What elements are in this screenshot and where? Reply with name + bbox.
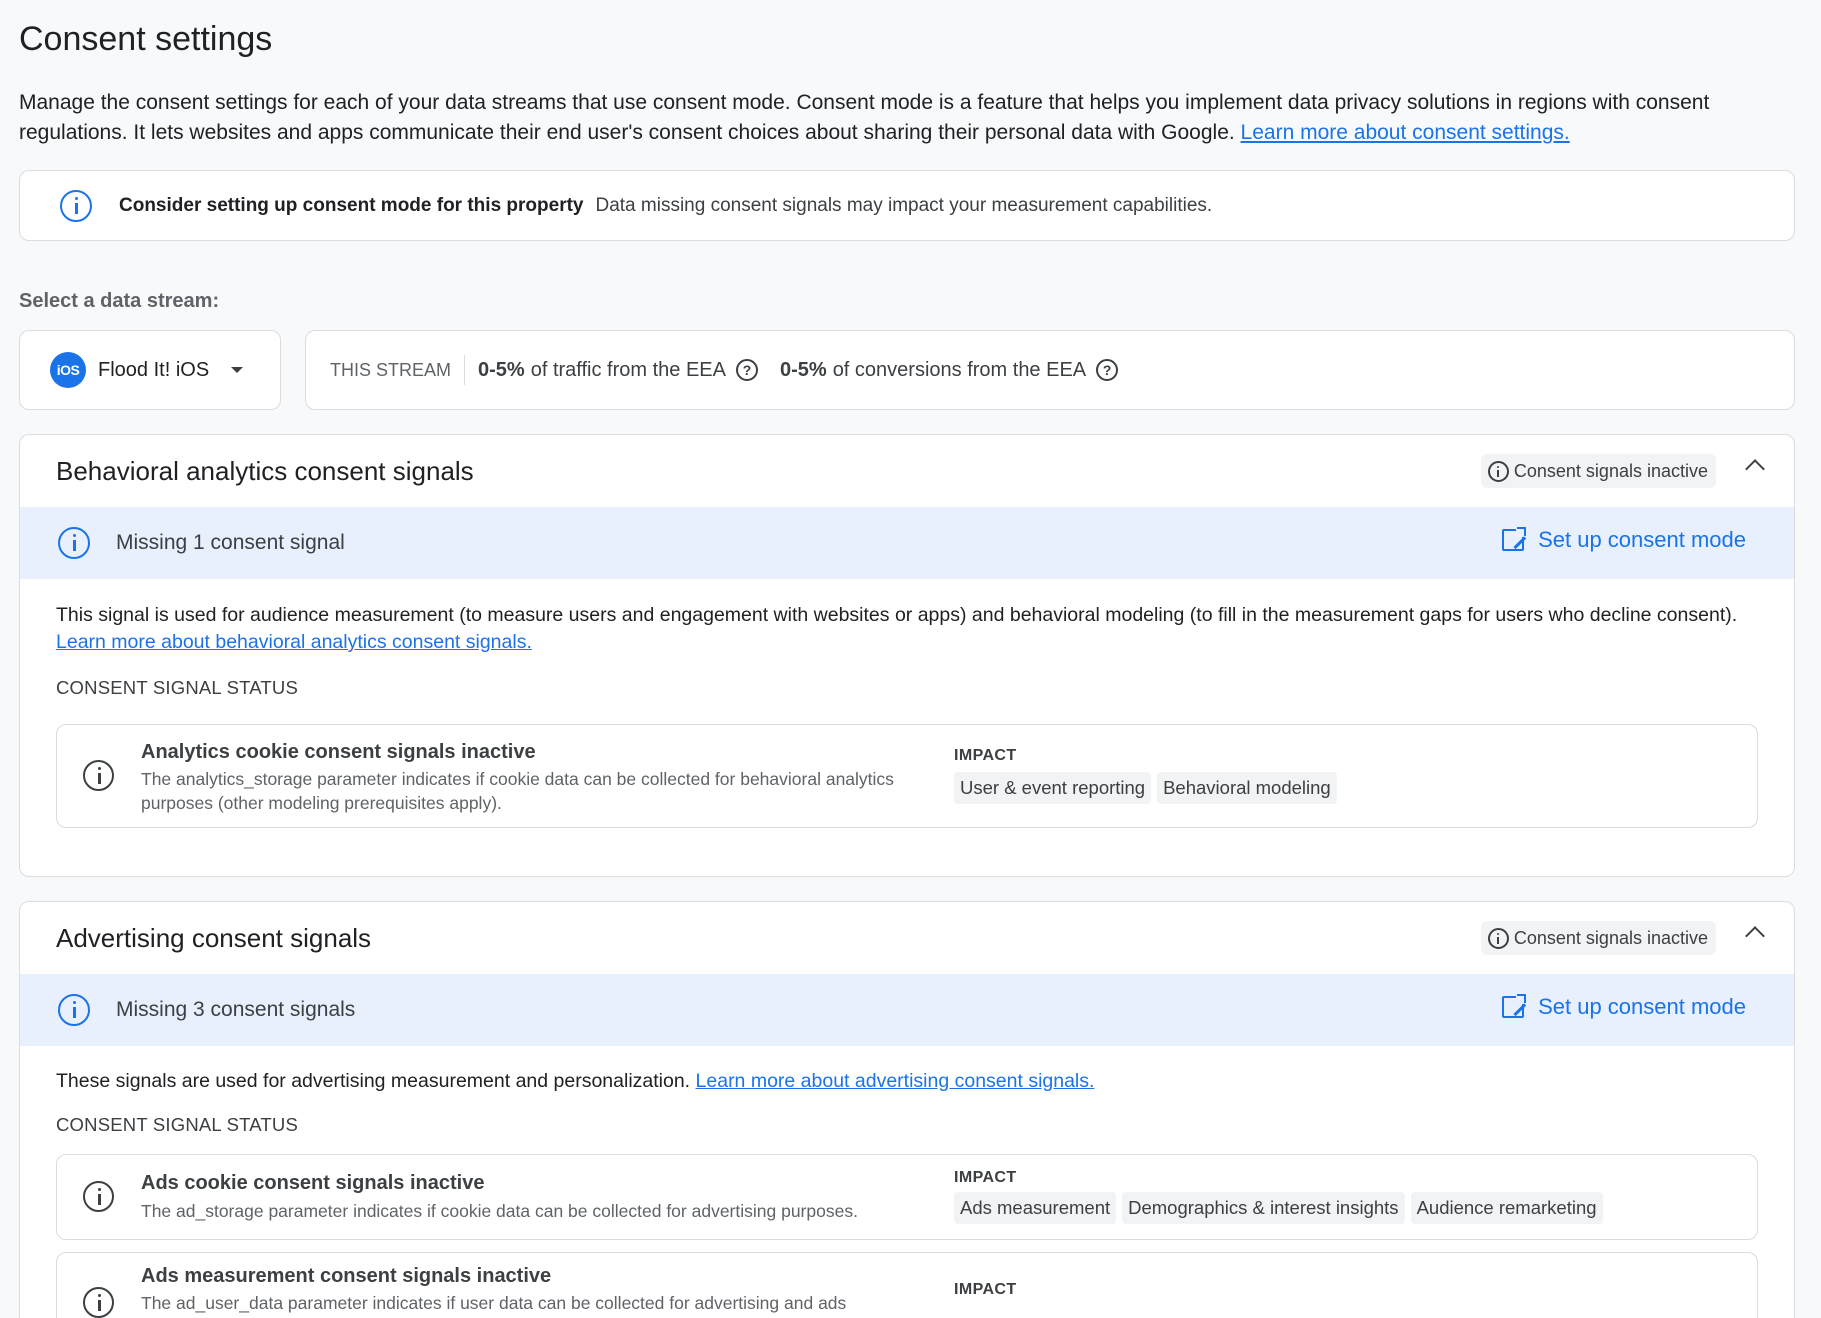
- this-stream-label: THIS STREAM: [330, 355, 466, 385]
- card-body: This signal is used for audience measure…: [20, 602, 1794, 828]
- card-description: These signals are used for advertising m…: [56, 1068, 1758, 1095]
- signal-title: Ads measurement consent signals inactive: [141, 1265, 552, 1287]
- open-in-new-icon: [1502, 526, 1528, 551]
- caret-down-icon: [231, 367, 244, 373]
- help-icon[interactable]: ?: [1096, 359, 1119, 381]
- info-icon: [1487, 460, 1509, 482]
- status-badge: Consent signals inactive: [1480, 454, 1716, 488]
- info-icon: [1487, 927, 1509, 949]
- data-stream-dropdown[interactable]: iOS Flood It! iOS: [19, 330, 281, 410]
- missing-signals-bar: Missing 1 consent signal Set up consent …: [20, 507, 1794, 579]
- card-header: Behavioral analytics consent signals Con…: [20, 435, 1794, 507]
- signal-description: The ad_user_data parameter indicates if …: [141, 1293, 847, 1313]
- chevron-up-icon[interactable]: [1745, 459, 1765, 479]
- signal-title: Ads cookie consent signals inactive: [141, 1172, 485, 1194]
- intro-paragraph: Manage the consent settings for each of …: [19, 88, 1799, 148]
- card-title: Advertising consent signals: [56, 922, 372, 953]
- traffic-value: 0-5%: [478, 358, 525, 381]
- card-description: This signal is used for audience measure…: [56, 602, 1758, 656]
- notice-text: Data missing consent signals may impact …: [595, 194, 1213, 216]
- data-stream-label: Select a data stream:: [19, 290, 220, 312]
- set-up-consent-mode-button[interactable]: Set up consent mode: [1502, 526, 1746, 553]
- learn-more-behavioral-link[interactable]: Learn more about behavioral analytics co…: [56, 631, 532, 653]
- conversions-value: 0-5%: [779, 358, 827, 381]
- set-up-label: Set up consent mode: [1538, 527, 1746, 552]
- analytics-cookie-signal-row: Analytics cookie consent signals inactiv…: [56, 724, 1758, 828]
- signal-description: The analytics_storage parameter indicate…: [141, 769, 894, 813]
- signal-description: The ad_storage parameter indicates if co…: [141, 1201, 858, 1221]
- impact-chip: User & event reporting: [954, 772, 1152, 804]
- impact-chip: Behavioral modeling: [1157, 772, 1337, 804]
- description-text: These signals are used for advertising m…: [56, 1070, 696, 1092]
- open-in-new-icon: [1502, 993, 1528, 1018]
- consent-notice-banner: Consider setting up consent mode for thi…: [19, 170, 1795, 241]
- card-title: Behavioral analytics consent signals: [56, 455, 474, 486]
- help-icon[interactable]: ?: [735, 359, 758, 381]
- impact-chip: Ads measurement: [954, 1192, 1117, 1224]
- missing-signals-text: Missing 3 consent signals: [116, 998, 356, 1021]
- advertising-card: Advertising consent signals Consent sign…: [19, 901, 1795, 1318]
- impact-chip: Audience remarketing: [1410, 1192, 1603, 1224]
- consent-signal-status-label: CONSENT SIGNAL STATUS: [56, 677, 298, 698]
- conversions-text: of conversions from the EEA: [832, 358, 1087, 381]
- impact-chips: User & event reporting Behavioral modeli…: [954, 772, 1337, 804]
- status-text: Consent signals inactive: [1513, 460, 1708, 481]
- consent-settings-page: Consent settings Manage the consent sett…: [0, 0, 1821, 1318]
- info-icon: [83, 1181, 114, 1212]
- impact-section: IMPACT User & event reporting Behavioral…: [954, 747, 1337, 804]
- learn-more-consent-settings-link[interactable]: Learn more about consent settings.: [1241, 121, 1570, 144]
- stream-name: Flood It! iOS: [98, 358, 210, 381]
- impact-label: IMPACT: [954, 1169, 1017, 1186]
- impact-chip: Demographics & interest insights: [1122, 1192, 1405, 1224]
- chevron-up-icon[interactable]: [1745, 926, 1765, 946]
- ads-cookie-signal-row: Ads cookie consent signals inactive The …: [56, 1154, 1758, 1240]
- signal-title: Analytics cookie consent signals inactiv…: [141, 741, 536, 763]
- impact-label: IMPACT: [954, 747, 1017, 764]
- consent-signal-status-label: CONSENT SIGNAL STATUS: [56, 1114, 298, 1135]
- info-icon: [58, 527, 90, 559]
- status-badge: Consent signals inactive: [1480, 921, 1716, 955]
- status-text: Consent signals inactive: [1513, 927, 1708, 948]
- impact-section: IMPACT: [954, 1281, 1017, 1299]
- description-text: This signal is used for audience measure…: [56, 604, 1738, 626]
- ios-icon: iOS: [50, 352, 86, 388]
- impact-label: IMPACT: [954, 1281, 1017, 1298]
- impact-section: IMPACT Ads measurement Demographics & in…: [954, 1169, 1603, 1224]
- info-icon: [83, 760, 114, 791]
- info-icon: [60, 189, 92, 222]
- behavioral-analytics-card: Behavioral analytics consent signals Con…: [19, 434, 1795, 877]
- info-icon: [58, 994, 90, 1026]
- missing-signals-text: Missing 1 consent signal: [116, 531, 345, 554]
- page-title: Consent settings: [19, 20, 273, 58]
- notice-title: Consider setting up consent mode for thi…: [119, 194, 584, 216]
- card-body: These signals are used for advertising m…: [20, 1068, 1794, 1318]
- missing-signals-bar: Missing 3 consent signals Set up consent…: [20, 974, 1794, 1046]
- card-header: Advertising consent signals Consent sign…: [20, 902, 1794, 974]
- stream-stats: THIS STREAM 0-5% of traffic from the EEA…: [305, 330, 1795, 410]
- impact-chips: Ads measurement Demographics & interest …: [954, 1192, 1603, 1224]
- learn-more-advertising-link[interactable]: Learn more about advertising consent sig…: [696, 1070, 1095, 1092]
- set-up-label: Set up consent mode: [1538, 994, 1746, 1019]
- info-icon: [83, 1287, 114, 1318]
- ads-measurement-signal-row: Ads measurement consent signals inactive…: [56, 1252, 1758, 1318]
- set-up-consent-mode-button[interactable]: Set up consent mode: [1502, 993, 1746, 1020]
- traffic-text: of traffic from the EEA: [530, 358, 726, 381]
